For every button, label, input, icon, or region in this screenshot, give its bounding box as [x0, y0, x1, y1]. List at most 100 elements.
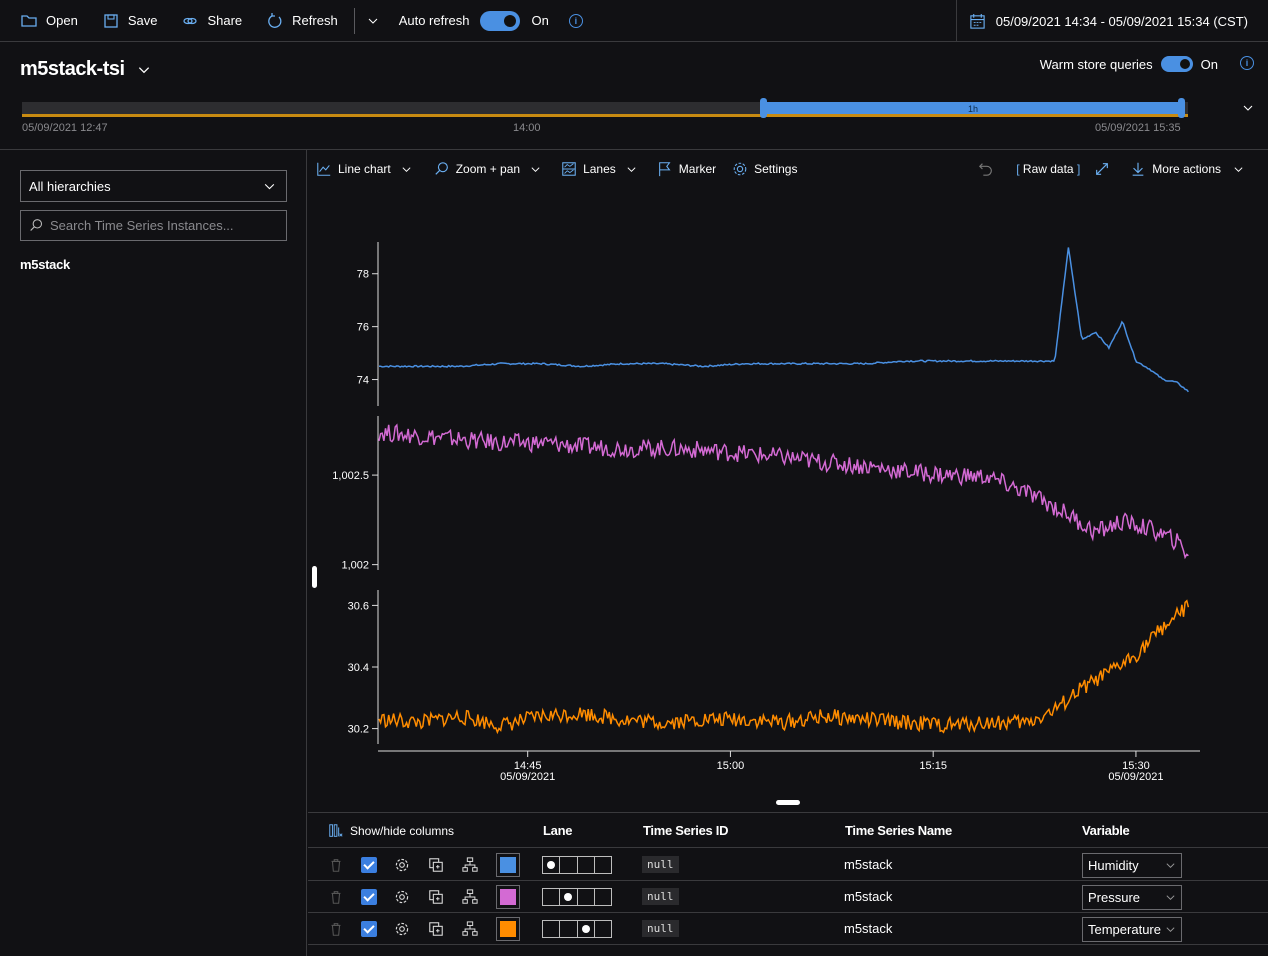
lane-slot[interactable]: [578, 857, 595, 873]
marker-label: Marker: [678, 162, 717, 176]
timeline-collapse-button[interactable]: [1242, 102, 1254, 117]
environment-selector[interactable]: m5stack-tsi: [20, 58, 151, 81]
chevron-down-icon: [138, 66, 149, 73]
refresh-button[interactable]: Refresh: [254, 0, 350, 42]
delete-icon[interactable]: [328, 921, 344, 940]
tree-item-m5stack[interactable]: m5stack: [20, 257, 70, 272]
chevron-down-icon: [264, 183, 275, 189]
zoom-pan-dropdown[interactable]: Zoom + pan: [426, 150, 549, 188]
x-tick-label: 15:00: [717, 760, 745, 772]
series-color-swatch[interactable]: [496, 853, 520, 877]
save-button[interactable]: Save: [90, 0, 170, 42]
expand-icon[interactable]: [1094, 161, 1110, 177]
duplicate-icon[interactable]: [428, 921, 444, 940]
more-actions-button[interactable]: More actions: [1130, 161, 1244, 177]
gear-icon[interactable]: [394, 889, 410, 908]
chart-canvas[interactable]: 7876741,002.51,00230.630.430.214:4505/09…: [308, 188, 1268, 798]
lane-slot[interactable]: [595, 921, 611, 937]
legend-resize-handle[interactable]: [776, 800, 800, 805]
lane-slot[interactable]: [543, 921, 561, 937]
chart-type-label: Line chart: [338, 162, 391, 176]
hierarchy-icon[interactable]: [462, 921, 478, 940]
delete-icon[interactable]: [328, 857, 344, 876]
chart-type-dropdown[interactable]: Line chart: [308, 150, 420, 188]
date-range-text: 05/09/2021 14:34 - 05/09/2021 15:34 (CST…: [995, 13, 1248, 29]
series-color-swatch[interactable]: [496, 917, 520, 941]
warm-store-label: Warm store queries: [1039, 56, 1153, 72]
time-series-id: null: [642, 856, 679, 873]
environment-header: m5stack-tsi Warm store queries On i 1h 0…: [0, 42, 1268, 150]
warm-store-control: Warm store queries On: [1040, 56, 1218, 72]
lanes-label: Lanes: [583, 162, 616, 176]
time-series-chart[interactable]: 78 76 74 1,002.5 1,002 30.6 30.4 30.2 14:45 05/09…: [308, 188, 1268, 798]
hierarchy-icon[interactable]: [462, 857, 478, 876]
lane-selector[interactable]: [542, 920, 612, 938]
info-icon[interactable]: i: [568, 13, 583, 28]
delete-icon[interactable]: [328, 889, 344, 908]
chevron-down-icon: [1166, 863, 1175, 869]
variable-value: Humidity: [1088, 858, 1139, 873]
chevron-down-icon: [627, 166, 636, 172]
share-button[interactable]: Share: [169, 0, 254, 42]
timeline-selection[interactable]: 1h: [764, 102, 1182, 117]
legend-header: Show/hide columns Lane Time Series ID Ti…: [308, 813, 1268, 848]
timeline-end-handle[interactable]: [1178, 98, 1185, 118]
gear-icon[interactable]: [394, 857, 410, 876]
lane-selector[interactable]: [542, 856, 612, 874]
hierarchy-dropdown[interactable]: All hierarchies: [20, 170, 287, 202]
show-hide-label: Show/hide columns: [350, 824, 455, 838]
lane-slot[interactable]: [578, 889, 595, 905]
lane-slot[interactable]: [578, 921, 595, 937]
variable-dropdown[interactable]: Pressure: [1082, 885, 1182, 910]
auto-refresh-state: On: [531, 13, 549, 28]
settings-button[interactable]: Settings: [724, 150, 805, 188]
series-color-swatch[interactable]: [496, 885, 520, 909]
duplicate-icon[interactable]: [428, 857, 444, 876]
lane-slot[interactable]: [560, 889, 578, 905]
column-header-lane[interactable]: Lane: [543, 823, 572, 838]
variable-dropdown[interactable]: Humidity: [1082, 853, 1182, 878]
column-header-name[interactable]: Time Series Name: [845, 823, 952, 838]
series-visible-checkbox[interactable]: [361, 921, 377, 937]
lane-slot[interactable]: [595, 889, 611, 905]
marker-button[interactable]: Marker: [649, 150, 724, 188]
link-icon: [183, 17, 198, 24]
undo-icon[interactable]: [978, 161, 994, 177]
open-button[interactable]: Open: [0, 0, 90, 42]
open-label: Open: [46, 13, 78, 28]
show-hide-columns-button[interactable]: Show/hide columns: [328, 823, 454, 839]
series-visible-checkbox[interactable]: [361, 857, 377, 873]
instance-search[interactable]: Search Time Series Instances...: [20, 210, 287, 241]
warm-store-toggle[interactable]: [1160, 56, 1193, 72]
info-icon[interactable]: i: [1240, 56, 1254, 70]
raw-data-button[interactable]: [ Raw data ]: [1016, 162, 1080, 176]
lane-slot[interactable]: [595, 857, 611, 873]
refresh-icon: [268, 12, 282, 28]
hierarchy-icon[interactable]: [462, 889, 478, 908]
y-tick-label: 30.6: [348, 600, 369, 612]
duplicate-icon[interactable]: [428, 889, 444, 908]
lanes-dropdown[interactable]: Lanes: [553, 150, 645, 188]
column-header-variable[interactable]: Variable: [1082, 823, 1130, 838]
column-header-id[interactable]: Time Series ID: [643, 823, 728, 838]
lane-slot[interactable]: [560, 857, 578, 873]
top-toolbar: Open Save Share Refresh Auto refresh On …: [0, 0, 1268, 42]
timeline-end-label: 05/09/2021 15:35: [1095, 122, 1181, 134]
lane-selector[interactable]: [542, 888, 612, 906]
chevron-down-icon: [368, 18, 378, 24]
variable-dropdown[interactable]: Temperature: [1082, 917, 1182, 942]
time-series-id: null: [642, 888, 679, 905]
timeline-start-handle[interactable]: [760, 98, 767, 118]
x-tick-date-label: 05/09/2021: [500, 771, 555, 783]
legend-row: null m5stack Humidity: [308, 849, 1268, 881]
raw-data-label: Raw data: [1022, 162, 1074, 176]
lane-slot[interactable]: [560, 921, 578, 937]
auto-refresh-toggle[interactable]: [479, 10, 520, 31]
refresh-options-chevron[interactable]: [359, 0, 387, 42]
lane-slot[interactable]: [543, 889, 561, 905]
x-tick-label: 15:15: [919, 760, 947, 772]
lane-slot[interactable]: [543, 857, 561, 873]
gear-icon[interactable]: [394, 921, 410, 940]
series-visible-checkbox[interactable]: [361, 889, 377, 905]
date-range-picker[interactable]: 05/09/2021 14:34 - 05/09/2021 15:34 (CST…: [955, 0, 1268, 42]
